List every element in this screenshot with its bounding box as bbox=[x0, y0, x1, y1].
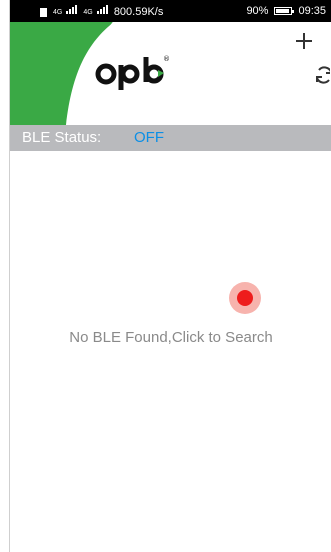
clock-time: 09:35 bbox=[298, 5, 326, 17]
ble-status-value: OFF bbox=[134, 129, 164, 146]
app-frame: 4G 4G 800.59K/s 90% 09:35 ® BLE Status: … bbox=[9, 0, 331, 552]
sim-card-icon bbox=[40, 7, 47, 17]
opk-logo: ® bbox=[94, 54, 184, 99]
signal-bars-icon bbox=[66, 4, 78, 14]
signal-bars-icon bbox=[96, 4, 108, 14]
network-label-1: 4G bbox=[53, 9, 63, 16]
plus-icon bbox=[296, 33, 312, 49]
ble-status-bar: BLE Status: OFF bbox=[10, 125, 331, 151]
status-left: 4G 4G 800.59K/s bbox=[40, 0, 163, 24]
status-right: 90% 09:35 bbox=[246, 0, 326, 22]
refresh-button[interactable] bbox=[312, 64, 330, 86]
device-list-area[interactable]: No BLE Found,Click to Search bbox=[10, 151, 331, 552]
app-header: ® bbox=[10, 22, 331, 125]
opk-logo-mark: ® bbox=[95, 55, 170, 90]
svg-text:®: ® bbox=[163, 55, 170, 63]
network-1: 4G bbox=[53, 0, 78, 24]
search-button[interactable] bbox=[229, 282, 261, 314]
ble-status-label: BLE Status: bbox=[22, 129, 102, 146]
battery-percent: 90% bbox=[246, 5, 269, 17]
network-label-2: 4G bbox=[83, 9, 93, 16]
status-bar: 4G 4G 800.59K/s 90% 09:35 bbox=[10, 0, 331, 22]
network-2: 4G bbox=[83, 0, 108, 24]
red-dot-icon bbox=[237, 290, 253, 306]
battery-icon bbox=[274, 7, 295, 15]
battery-fill bbox=[276, 9, 290, 13]
network-speed: 800.59K/s bbox=[113, 6, 164, 18]
empty-state-message[interactable]: No BLE Found,Click to Search bbox=[10, 329, 331, 346]
refresh-icon bbox=[316, 66, 330, 84]
add-button[interactable] bbox=[293, 30, 315, 52]
